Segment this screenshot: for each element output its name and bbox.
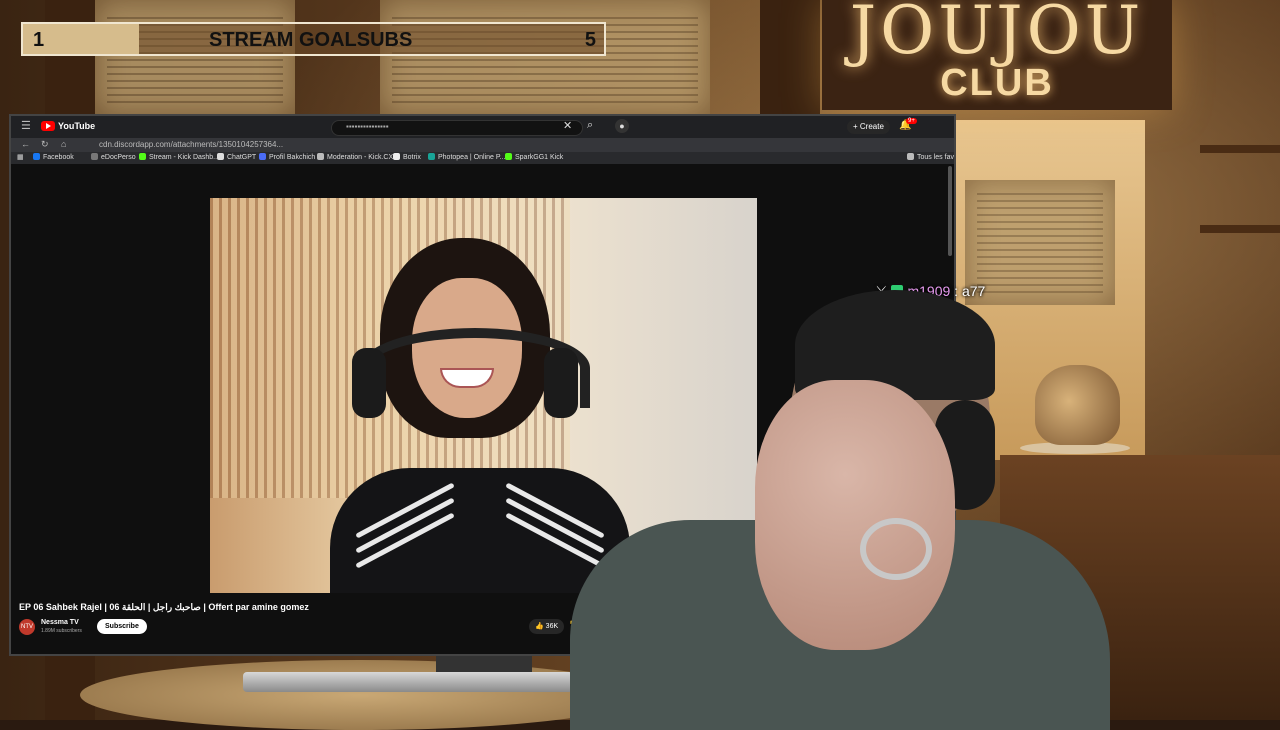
apps-icon[interactable]: ▦ bbox=[17, 153, 24, 161]
goal-target: 5 bbox=[584, 29, 596, 51]
bookmark-label: Tous les fav bbox=[917, 154, 954, 161]
bookmark-item[interactable]: Profil Bakchich bbox=[259, 153, 315, 161]
video-title: EP 06 Sahbek Rajel | صاحبك راجل | الحلقة… bbox=[19, 602, 309, 612]
goal-title: STREAM GOALSUBS bbox=[209, 29, 413, 51]
home-icon[interactable]: ⌂ bbox=[61, 139, 66, 149]
youtube-header: ☰ YouTube ▪▪▪▪▪▪▪▪▪▪▪▪▪▪▪ ✕ ⌕ ● + Create… bbox=[11, 116, 954, 138]
bookmark-item[interactable]: eDocPerso bbox=[91, 153, 136, 161]
webcam-feed bbox=[560, 290, 1120, 730]
sign-title: JOUJOU bbox=[849, 0, 1145, 69]
bookmark-item[interactable]: Photopea | Online P... bbox=[428, 153, 505, 161]
jacket-stripe bbox=[355, 482, 455, 539]
photopea-icon bbox=[428, 153, 435, 160]
wall-newspaper bbox=[95, 0, 295, 115]
channel-avatar[interactable]: NTV bbox=[19, 619, 35, 635]
youtube-logo-text[interactable]: YouTube bbox=[58, 121, 95, 131]
clear-search-icon[interactable]: ✕ bbox=[563, 119, 572, 132]
ring bbox=[860, 518, 932, 580]
bookmark-label: eDocPerso bbox=[101, 154, 136, 161]
subscriber-count: 1.89M subscribers bbox=[41, 628, 82, 634]
wall-newspaper bbox=[965, 180, 1115, 305]
shelf bbox=[1200, 225, 1280, 233]
bookmark-item[interactable]: ChatGPT bbox=[217, 153, 256, 161]
facebook-icon bbox=[33, 153, 40, 160]
bookmark-item[interactable]: Facebook bbox=[33, 153, 74, 161]
search-icon[interactable]: ⌕ bbox=[587, 119, 593, 132]
reload-icon[interactable]: ↻ bbox=[41, 139, 49, 150]
joujou-club-sign: JOUJOU CLUB bbox=[822, 0, 1172, 110]
like-button[interactable]: 👍 36K bbox=[529, 619, 565, 634]
bookmark-label: Profil Bakchich bbox=[269, 154, 316, 161]
youtube-logo-icon[interactable] bbox=[41, 121, 55, 131]
bookmarks-folder[interactable]: Tous les fav bbox=[907, 153, 954, 161]
shelf bbox=[1200, 145, 1280, 153]
kick-icon bbox=[139, 153, 146, 160]
kick-icon bbox=[505, 153, 512, 160]
sign-subtitle: CLUB bbox=[940, 62, 1054, 104]
bookmark-item[interactable]: Botrix bbox=[393, 153, 421, 161]
channel-name[interactable]: Nessma TV bbox=[41, 619, 79, 626]
create-button[interactable]: + Create bbox=[847, 120, 890, 134]
microphone-icon[interactable]: ● bbox=[615, 119, 629, 133]
headset-cup bbox=[352, 348, 386, 418]
profile-icon bbox=[259, 153, 266, 160]
bookmark-label: Moderation - Kick.CX bbox=[327, 154, 394, 161]
folder-icon bbox=[907, 153, 914, 160]
stream-goal-bar: 1 STREAM GOALSUBS 5 bbox=[21, 22, 606, 56]
bookmark-label: ChatGPT bbox=[227, 154, 257, 161]
tv-base bbox=[243, 672, 573, 692]
bookmark-label: Photopea | Online P... bbox=[438, 154, 506, 161]
search-query: ▪▪▪▪▪▪▪▪▪▪▪▪▪▪▪ bbox=[346, 122, 389, 131]
bookmark-item[interactable]: Moderation - Kick.CX bbox=[317, 153, 393, 161]
back-icon[interactable]: ← bbox=[21, 139, 30, 149]
bookmark-label: Stream - Kick Dashb... bbox=[149, 154, 220, 161]
wall-newspaper bbox=[380, 0, 710, 115]
streamer-fist bbox=[755, 380, 955, 650]
scrollbar[interactable] bbox=[948, 166, 952, 256]
bookmark-label: Facebook bbox=[43, 154, 74, 161]
search-input[interactable]: ▪▪▪▪▪▪▪▪▪▪▪▪▪▪▪ bbox=[331, 120, 583, 136]
url-text[interactable]: cdn.discordapp.com/attachments/135010425… bbox=[99, 140, 839, 149]
bookmark-label: SparkGG1 Kick bbox=[515, 154, 564, 161]
hamburger-menu-icon[interactable]: ☰ bbox=[21, 121, 31, 132]
create-label: Create bbox=[859, 122, 884, 131]
chatgpt-icon bbox=[217, 153, 224, 160]
like-count: 36K bbox=[545, 623, 559, 630]
goal-current: 1 bbox=[33, 29, 45, 51]
bookmark-item[interactable]: Stream - Kick Dashb... bbox=[139, 153, 219, 161]
bookmark-label: Botrix bbox=[403, 154, 421, 161]
bookmarks-bar: ▦ Facebook eDocPerso Stream - Kick Dashb… bbox=[11, 152, 954, 164]
address-bar[interactable]: ← ↻ ⌂ cdn.discordapp.com/attachments/135… bbox=[11, 138, 954, 152]
bookmark-item[interactable]: SparkGG1 Kick bbox=[505, 153, 563, 161]
globe-icon bbox=[91, 153, 98, 160]
gear-icon bbox=[317, 153, 324, 160]
video-person bbox=[330, 238, 630, 593]
botrix-icon bbox=[393, 153, 400, 160]
subscribe-button[interactable]: Subscribe bbox=[97, 619, 147, 634]
notification-count: 9+ bbox=[906, 118, 917, 124]
